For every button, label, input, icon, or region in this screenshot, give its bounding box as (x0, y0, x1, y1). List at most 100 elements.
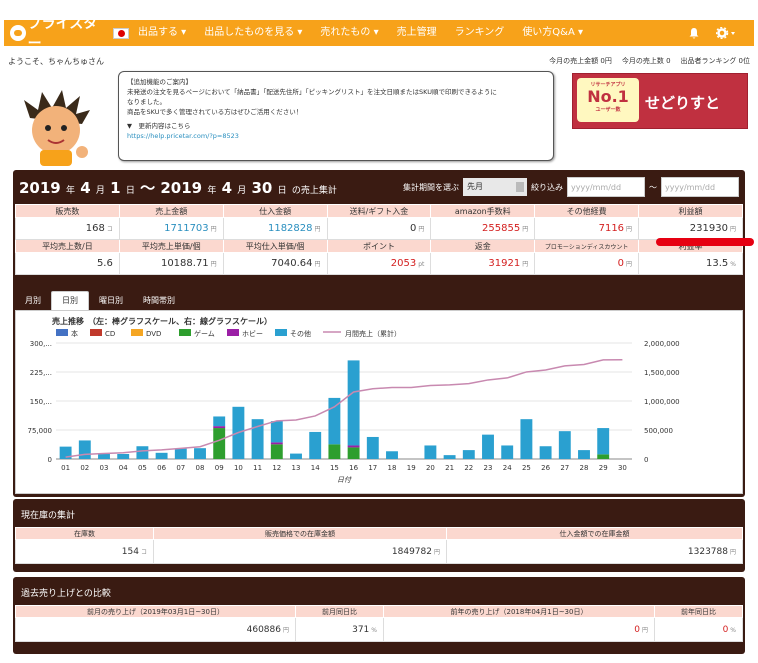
tab-hourly[interactable]: 時間帯別 (133, 292, 185, 310)
cmp-header: 前年の売り上げ（2018年04月1日~30日） (383, 605, 655, 618)
inv-header: 仕入金額での在庫金額 (446, 527, 743, 540)
notice-title: 【追加機能のご案内】 (127, 78, 192, 86)
month-unit: 月 (237, 185, 247, 196)
bar-segment (328, 397, 341, 445)
cmp-value: 460886 円 (15, 617, 296, 642)
bar-segment (270, 421, 283, 443)
x-tick-label: 30 (618, 464, 627, 472)
kpi-header: 平均仕入単価/個 (222, 239, 328, 253)
month-end: 4 (221, 178, 232, 197)
bar-segment (270, 442, 283, 445)
comparison-table: 前月の売り上げ（2019年03月1日~30日） 前月同日比 前年の売り上げ（20… (15, 605, 743, 642)
japan-flag-icon (113, 27, 130, 39)
prev-year-sales-value: 0 (634, 624, 640, 635)
purchase-amount-value[interactable]: 1182828 (268, 223, 313, 234)
notice-link[interactable]: https://help.pricetar.com/?p=8523 (127, 131, 545, 141)
nav-sales-management[interactable]: 売上管理 (388, 20, 446, 46)
legend-label: その他 (290, 329, 311, 338)
x-tick-label: 20 (426, 464, 435, 472)
unit: 円 (729, 226, 736, 233)
date-from-input[interactable]: yyyy/mm/dd (567, 177, 645, 197)
x-tick-label: 25 (522, 464, 531, 472)
nav-ranking[interactable]: ランキング (446, 20, 514, 46)
tab-daily[interactable]: 日別 (51, 291, 89, 310)
summary-header: 2019 年 4 月 1 日 ～ 2019 年 4 月 30 日 の売上集計 集… (13, 170, 745, 204)
nav-listings[interactable]: 出品したものを見る ▾ (195, 20, 311, 46)
period-select[interactable]: 先月 (463, 178, 527, 196)
promotion-discount-value: 0 (617, 258, 625, 269)
nav-help[interactable]: 使い方Q&A ▾ (513, 20, 592, 46)
kpi-header: 売上金額 (118, 204, 224, 218)
bar-segment (270, 444, 283, 459)
date-to-input[interactable]: yyyy/mm/dd (661, 177, 739, 197)
bar-segment (366, 436, 379, 459)
bell-icon[interactable] (688, 27, 700, 39)
stock-sale-value: 1849782 (391, 546, 432, 557)
x-tick-label: 04 (119, 464, 128, 472)
x-tick-label: 06 (157, 464, 166, 472)
chart-tabs: 月別 日別 曜日別 時間帯別 (15, 290, 743, 310)
bar-segment (558, 431, 571, 459)
cmp-value: 0円 (383, 617, 655, 642)
unit: % (371, 626, 377, 634)
month-sales-count: 今月の売上数 0 (621, 57, 671, 65)
y-tick-label: 150,... (30, 398, 52, 406)
date-separator: ～ (649, 182, 657, 192)
logo[interactable]: プライスター (4, 16, 130, 52)
day-unit: 日 (125, 185, 135, 196)
other-expense-value: 7116 (598, 223, 625, 234)
inv-header: 販売価格での在庫金額 (153, 527, 447, 540)
unit: 円 (314, 261, 321, 268)
bar-segment (290, 453, 302, 459)
mascot-icon (10, 25, 26, 41)
avg-daily-sales-value: 5.6 (96, 258, 113, 269)
notice-more: ▼ 更新内容はこちら (127, 122, 191, 130)
kpi-value: 13.5% (638, 252, 743, 275)
refund-value: 31921 (488, 258, 521, 269)
kpi-header: その他経費 (534, 204, 640, 218)
bar-segment (347, 360, 360, 446)
bar-segment (347, 447, 360, 459)
x-tick-label: 18 (388, 464, 397, 472)
gear-icon[interactable] (716, 27, 738, 39)
bar-segment (597, 454, 610, 459)
legend-swatch (227, 329, 239, 336)
bar-segment (597, 428, 610, 455)
legend-swatch (179, 329, 191, 336)
unit: 円 (210, 261, 217, 268)
bar-segment (386, 451, 398, 459)
sales-amount-value[interactable]: 1711703 (164, 223, 209, 234)
x-tick-label: 23 (484, 464, 493, 472)
tab-weekday[interactable]: 曜日別 (89, 292, 133, 310)
avg-unit-price-value: 10188.71 (160, 258, 209, 269)
unit: pt (418, 261, 425, 268)
banner-badge: リサーチアプリ No.1 ユーザー数 (577, 78, 639, 122)
bar-segment (213, 428, 226, 459)
x-axis-label: 日付 (337, 476, 352, 484)
mascot-image (24, 90, 90, 166)
sedorist-banner[interactable]: リサーチアプリ No.1 ユーザー数 せどりすと (572, 73, 748, 129)
bar-segment (482, 434, 494, 459)
filter-label: 絞り込み (531, 182, 563, 192)
legend-label: 月間売上（累計） (345, 329, 401, 338)
sales-chart: 売上推移 （左：棒グラフスケール、右：線グラフスケール） 本 CD DVD ゲーム ホビー… (15, 310, 743, 494)
legend-swatch (131, 329, 143, 336)
nav-sell[interactable]: 出品する ▾ (129, 20, 195, 46)
bar-segment (462, 450, 475, 459)
sales-summary-section: 2019 年 4 月 1 日 ～ 2019 年 4 月 30 日 の売上集計 集… (13, 170, 745, 497)
kpi-header: 平均売上数/日 (15, 239, 120, 253)
y-tick-label: 225,... (30, 369, 52, 377)
inv-value: 154 コ (15, 539, 154, 564)
stock-count-value: 154 (121, 546, 139, 557)
bar-segment (155, 452, 168, 459)
cmp-value: 0% (654, 617, 743, 642)
inventory-section: 現在庫の集計 在庫数 販売価格での在庫金額 仕入金額での在庫金額 154 コ 18… (13, 499, 745, 572)
kpi-value: 231930 円 (638, 217, 743, 240)
kpi-value: 5.6 (15, 252, 120, 275)
tab-monthly[interactable]: 月別 (15, 292, 51, 310)
inventory-table: 在庫数 販売価格での在庫金額 仕入金額での在庫金額 154 コ 1849782 円 … (15, 527, 743, 564)
x-tick-label: 13 (292, 464, 301, 472)
year-start: 2019 (19, 178, 61, 197)
kpi-table-1: 販売数 売上金額 仕入金額 送料/ギフト入金 amazon手数料 その他経費 利… (15, 204, 743, 275)
nav-sold[interactable]: 売れたもの ▾ (311, 20, 387, 46)
